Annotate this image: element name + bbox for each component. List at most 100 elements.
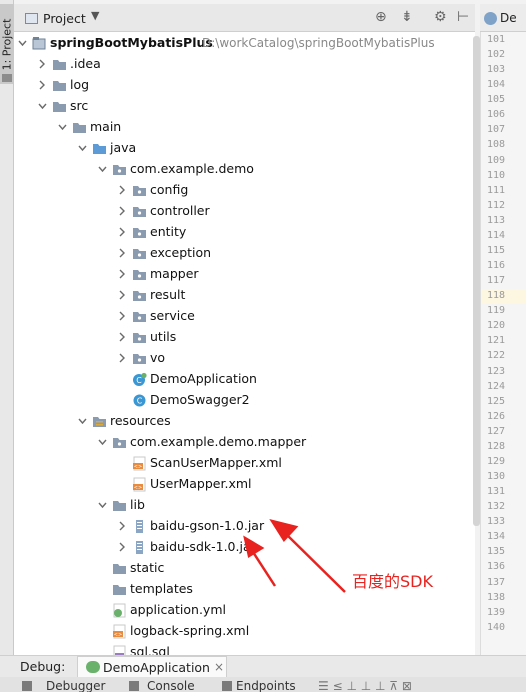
source-folder-icon: [93, 144, 106, 154]
chevron-right-icon[interactable]: [118, 541, 127, 553]
tree-row[interactable]: sql.sql: [14, 642, 475, 655]
chevron-down-icon[interactable]: [18, 37, 27, 49]
tree-row[interactable]: utils: [14, 327, 475, 348]
tree-item-label: UserMapper.xml: [150, 476, 252, 491]
line-number: 106: [487, 109, 506, 121]
tree-row[interactable]: mapper: [14, 264, 475, 285]
chevron-down-icon[interactable]: [98, 163, 107, 175]
chevron-right-icon[interactable]: [118, 268, 127, 280]
debug-session-tab[interactable]: DemoApplication ×: [77, 656, 227, 678]
tree-row[interactable]: controller: [14, 201, 475, 222]
tree-row[interactable]: baidu-gson-1.0.jar: [14, 516, 475, 537]
tree-row[interactable]: <> ScanUserMapper.xml: [14, 453, 475, 474]
left-tool-strip: 1: Project: [0, 0, 14, 655]
folder-icon: [53, 60, 66, 70]
vertical-scrollbar[interactable]: [473, 36, 480, 526]
tree-row[interactable]: springBootMybatisPlus D:\workCatalog\spri…: [14, 33, 475, 54]
tree-row[interactable]: com.example.demo: [14, 159, 475, 180]
annotation-label: 百度的SDK: [352, 572, 433, 591]
tree-item-label: templates: [130, 581, 193, 596]
toolbar-icons: ☰ ≤ ⊥ ⊥ ⊥ ⊼ ⊠: [318, 679, 412, 692]
collapse-all-icon[interactable]: ⇟: [401, 9, 413, 25]
close-icon[interactable]: ×: [214, 660, 224, 674]
line-number: 123: [487, 365, 506, 377]
tree-item-label: service: [150, 308, 195, 323]
package-icon: [133, 333, 146, 343]
tree-row[interactable]: result: [14, 285, 475, 306]
tree-row[interactable]: vo: [14, 348, 475, 369]
line-number: 131: [487, 486, 506, 498]
tree-item-label: result: [150, 287, 186, 302]
tree-item-label: com.example.demo: [130, 161, 254, 176]
locate-icon[interactable]: ⊕: [375, 9, 387, 25]
tree-row[interactable]: <> UserMapper.xml: [14, 474, 475, 495]
line-number: 127: [487, 425, 506, 437]
line-number: 128: [487, 440, 506, 452]
chevron-right-icon[interactable]: [38, 58, 47, 70]
folder-icon: [53, 81, 66, 91]
tree-row[interactable]: .idea: [14, 54, 475, 75]
folder-icon: [113, 585, 126, 595]
debugger-icon: [22, 681, 32, 691]
chevron-down-icon[interactable]: [38, 100, 47, 112]
chevron-right-icon[interactable]: [118, 352, 127, 364]
tab-console[interactable]: Console: [147, 679, 195, 692]
chevron-right-icon[interactable]: [118, 226, 127, 238]
resources-folder-icon: [93, 417, 106, 427]
tree-row[interactable]: config: [14, 180, 475, 201]
package-icon: [133, 291, 146, 301]
line-number: 110: [487, 169, 506, 181]
chevron-right-icon[interactable]: [118, 184, 127, 196]
line-number: 130: [487, 471, 506, 483]
chevron-down-icon[interactable]: ▼: [91, 9, 99, 22]
chevron-right-icon[interactable]: [38, 79, 47, 91]
chevron-right-icon[interactable]: [118, 331, 127, 343]
line-number: 115: [487, 244, 506, 256]
tree-row[interactable]: src: [14, 96, 475, 117]
gear-icon[interactable]: ⚙: [434, 9, 447, 25]
tree-row[interactable]: baidu-sdk-1.0.jar: [14, 537, 475, 558]
chevron-right-icon[interactable]: [118, 310, 127, 322]
tree-row[interactable]: service: [14, 306, 475, 327]
line-number: 139: [487, 606, 506, 618]
chevron-down-icon[interactable]: [78, 415, 87, 427]
chevron-right-icon[interactable]: [118, 289, 127, 301]
tree-row[interactable]: entity: [14, 222, 475, 243]
tree-row[interactable]: com.example.demo.mapper: [14, 432, 475, 453]
tree-row[interactable]: resources: [14, 411, 475, 432]
tree-item-label: DemoApplication: [150, 371, 257, 386]
tab-debugger[interactable]: Debugger: [46, 679, 105, 692]
chevron-down-icon[interactable]: [98, 436, 107, 448]
tree-item-label: exception: [150, 245, 212, 260]
jar-icon: [136, 541, 143, 554]
chevron-down-icon[interactable]: [58, 121, 67, 133]
tree-row[interactable]: lib: [14, 495, 475, 516]
chevron-down-icon[interactable]: [78, 142, 87, 154]
tree-item-label: utils: [150, 329, 177, 344]
tree-row[interactable]: main: [14, 117, 475, 138]
console-icon: [129, 681, 139, 691]
sql-file-icon: [113, 645, 126, 655]
hide-panel-icon[interactable]: ⊢: [457, 9, 469, 25]
chevron-right-icon[interactable]: [118, 205, 127, 217]
tree-row[interactable]: C DemoApplication: [14, 369, 475, 390]
tree-item-label: springBootMybatisPlus: [50, 35, 213, 50]
project-tool-tab[interactable]: 1: Project: [0, 4, 14, 84]
chevron-right-icon[interactable]: [118, 247, 127, 259]
tree-item-label: src: [70, 98, 89, 113]
tree-item-label: lib: [130, 497, 145, 512]
editor-tab-bar: De: [480, 4, 526, 32]
tree-row[interactable]: java: [14, 138, 475, 159]
jar-icon: [136, 520, 143, 533]
chevron-down-icon[interactable]: [98, 499, 107, 511]
chevron-right-icon[interactable]: [118, 520, 127, 532]
tab-endpoints[interactable]: Endpoints: [236, 679, 296, 692]
editor-tab-label[interactable]: De: [500, 11, 517, 25]
tree-row[interactable]: C DemoSwagger2: [14, 390, 475, 411]
project-panel-title[interactable]: Project: [43, 11, 86, 26]
tree-row[interactable]: exception: [14, 243, 475, 264]
tree-row[interactable]: log: [14, 75, 475, 96]
tree-row[interactable]: application.yml: [14, 600, 475, 621]
tree-row[interactable]: <> logback-spring.xml: [14, 621, 475, 642]
tree-item-label: controller: [150, 203, 210, 218]
